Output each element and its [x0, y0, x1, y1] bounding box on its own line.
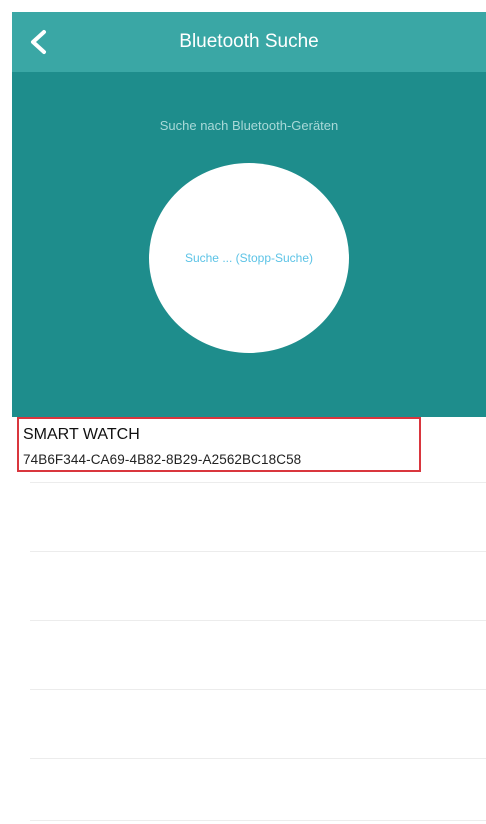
status-strip	[0, 0, 486, 12]
device-id: 74B6F344-CA69-4B82-8B29-A2562BC18C58	[23, 452, 302, 467]
screen: Bluetooth Suche Suche nach Bluetooth-Ger…	[0, 0, 486, 824]
list-divider	[30, 551, 486, 552]
list-divider	[30, 820, 486, 821]
scan-button-label: Suche ... (Stopp-Suche)	[184, 251, 314, 265]
device-name: SMART WATCH	[23, 426, 140, 443]
navigation-bar: Bluetooth Suche	[12, 12, 486, 72]
list-divider	[30, 758, 486, 759]
device-list-item[interactable]: SMART WATCH 74B6F344-CA69-4B82-8B29-A256…	[17, 417, 421, 472]
scan-subtitle: Suche nach Bluetooth-Geräten	[159, 118, 339, 133]
list-divider	[30, 689, 486, 690]
scan-panel: Suche nach Bluetooth-Geräten Suche ... (…	[12, 72, 486, 417]
page-title: Bluetooth Suche	[179, 31, 319, 52]
scan-stop-button[interactable]: Suche ... (Stopp-Suche)	[149, 163, 349, 353]
list-divider	[30, 482, 486, 483]
list-divider	[30, 620, 486, 621]
